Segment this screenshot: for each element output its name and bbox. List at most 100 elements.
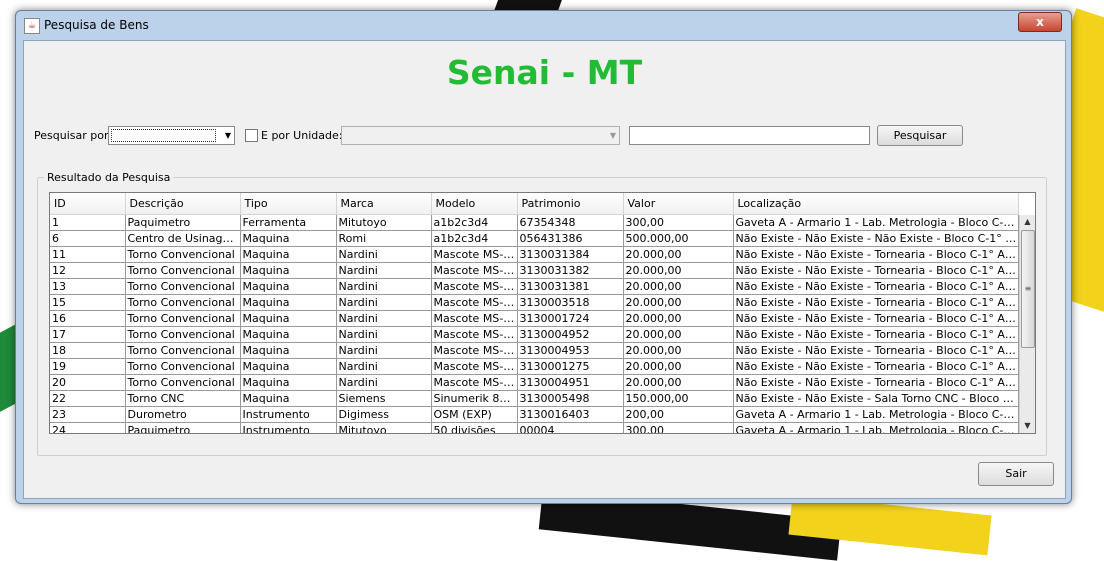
search-input[interactable] (629, 126, 870, 145)
table-cell: 3130004953 (517, 342, 624, 359)
table-cell: Nardini (336, 326, 432, 343)
unit-checkbox[interactable] (245, 129, 258, 142)
search-field-value (111, 129, 216, 142)
table-cell: Mascote MS-205 (431, 342, 518, 359)
table-cell: Maquina (240, 246, 337, 263)
table-cell: 6 (50, 230, 126, 247)
table-cell: 20.000,00 (623, 342, 734, 359)
table-row[interactable]: 19 Torno Convencional Maquina Nardini Mascot… (50, 358, 1019, 375)
table-cell: Nardini (336, 342, 432, 359)
table-cell: 17 (50, 326, 126, 343)
table-cell: 3130001275 (517, 358, 624, 375)
close-icon: x (1036, 15, 1044, 29)
table-row[interactable]: 24 Paquimetro Instrumento Mitutoyo 50 divisõ… (50, 422, 1019, 433)
table-cell: Torno Convencional (125, 294, 241, 311)
table-cell: 20.000,00 (623, 326, 734, 343)
table-cell: 3130001724 (517, 310, 624, 327)
table-cell: Maquina (240, 230, 337, 247)
table-cell: Gaveta A - Armario 1 - Lab. Metrologia -… (733, 214, 1019, 231)
table-cell: Paquimetro (125, 214, 241, 231)
table-cell: 20 (50, 374, 126, 391)
table-cell: Siemens (336, 390, 432, 407)
column-header[interactable]: Valor (623, 193, 734, 215)
table-cell: Maquina (240, 358, 337, 375)
table-cell: Romi (336, 230, 432, 247)
table-cell: Durometro (125, 406, 241, 423)
table-row[interactable]: 13 Torno Convencional Maquina Nardini Mascot… (50, 278, 1019, 295)
table-cell: Maquina (240, 294, 337, 311)
table-row[interactable]: 12 Torno Convencional Maquina Nardini Mascot… (50, 262, 1019, 279)
table-row[interactable]: 15 Torno Convencional Maquina Nardini Mascot… (50, 294, 1019, 311)
column-header[interactable]: Descrição (125, 193, 241, 215)
table-cell: Torno Convencional (125, 326, 241, 343)
table-cell: Nardini (336, 310, 432, 327)
table-cell: Torno Convencional (125, 374, 241, 391)
table-cell: Maquina (240, 326, 337, 343)
chevron-down-icon: ▼ (609, 131, 616, 140)
table-cell: 500.000,00 (623, 230, 734, 247)
column-header[interactable]: ID (50, 193, 126, 215)
table-cell: 00004 (517, 422, 624, 433)
table-body: 1 Paquimetro Ferramenta Mitutoyo a1b2c3d4 673… (50, 214, 1019, 433)
scroll-up-icon[interactable]: ▲ (1020, 215, 1035, 229)
table-cell: 13 (50, 278, 126, 295)
table-cell: Digimess (336, 406, 432, 423)
table-row[interactable]: 22 Torno CNC Maquina Siemens Sinumerik 802..… (50, 390, 1019, 407)
table-cell: 3130005498 (517, 390, 624, 407)
table-row[interactable]: 1 Paquimetro Ferramenta Mitutoyo a1b2c3d4 673… (50, 214, 1019, 231)
table-cell: 15 (50, 294, 126, 311)
column-header[interactable]: Marca (336, 193, 432, 215)
scroll-thumb[interactable]: ≡ (1021, 230, 1035, 348)
table-cell: Mascote MS-205 (431, 262, 518, 279)
vertical-scrollbar[interactable]: ▲ ≡ ▼ (1019, 215, 1035, 433)
table-row[interactable]: 20 Torno Convencional Maquina Nardini Mascot… (50, 374, 1019, 391)
table-cell: a1b2c3d4 (431, 214, 518, 231)
table-cell: Torno Convencional (125, 278, 241, 295)
table-row[interactable]: 23 Durometro Instrumento Digimess OSM (EXP) 3… (50, 406, 1019, 423)
table-cell: 20.000,00 (623, 278, 734, 295)
column-header[interactable]: Modelo (431, 193, 518, 215)
table-cell: Mascote MS-205 (431, 278, 518, 295)
results-table[interactable]: ID Descrição Tipo Marca Modelo Patrimonio Valo… (49, 192, 1036, 434)
table-cell: Não Existe - Não Existe - Sala Torno CNC… (733, 390, 1019, 407)
table-row[interactable]: 17 Torno Convencional Maquina Nardini Mascot… (50, 326, 1019, 343)
java-app-icon: ☕ (24, 18, 40, 34)
table-cell: Não Existe - Não Existe - Tornearia - Bl… (733, 294, 1019, 311)
table-cell: Nardini (336, 374, 432, 391)
table-cell: Gaveta A - Armario 1 - Lab. Metrologia -… (733, 406, 1019, 423)
search-field-select[interactable]: ▼ (108, 126, 235, 145)
table-cell: 20.000,00 (623, 262, 734, 279)
table-cell: 3130004952 (517, 326, 624, 343)
exit-button[interactable]: Sair (978, 462, 1054, 486)
table-cell: Não Existe - Não Existe - Tornearia - Bl… (733, 310, 1019, 327)
table-cell: 3130031382 (517, 262, 624, 279)
title-bar[interactable]: ☕ Pesquisa de Bens x (16, 11, 1071, 39)
close-button[interactable]: x (1018, 12, 1062, 32)
search-button[interactable]: Pesquisar (877, 125, 963, 146)
column-header[interactable]: Tipo (240, 193, 337, 215)
table-cell: Nardini (336, 246, 432, 263)
table-cell: Mascote MS-205 (431, 326, 518, 343)
scroll-down-icon[interactable]: ▼ (1020, 419, 1035, 433)
column-header[interactable]: Localização (733, 193, 1019, 215)
table-row[interactable]: 16 Torno Convencional Maquina Nardini Mascot… (50, 310, 1019, 327)
unit-select[interactable]: ▼ (341, 126, 620, 145)
table-cell: Não Existe - Não Existe - Tornearia - Bl… (733, 262, 1019, 279)
table-row[interactable]: 11 Torno Convencional Maquina Nardini Mascot… (50, 246, 1019, 263)
table-cell: 200,00 (623, 406, 734, 423)
table-cell: Sinumerik 802... (431, 390, 518, 407)
table-cell: 50 divisões (431, 422, 518, 433)
table-cell: 1 (50, 214, 126, 231)
column-header[interactable]: Patrimonio (517, 193, 624, 215)
table-cell: Nardini (336, 358, 432, 375)
table-row[interactable]: 18 Torno Convencional Maquina Nardini Mascot… (50, 342, 1019, 359)
table-cell: Maquina (240, 310, 337, 327)
table-cell: 20.000,00 (623, 310, 734, 327)
table-cell: Maquina (240, 262, 337, 279)
table-cell: 22 (50, 390, 126, 407)
window-title: Pesquisa de Bens (44, 18, 149, 32)
table-row[interactable]: 6 Centro de Usinagem Maquina Romi a1b2c3d4 05… (50, 230, 1019, 247)
table-cell: 20.000,00 (623, 246, 734, 263)
table-cell: Mascote MS-205 (431, 310, 518, 327)
table-cell: 20.000,00 (623, 358, 734, 375)
